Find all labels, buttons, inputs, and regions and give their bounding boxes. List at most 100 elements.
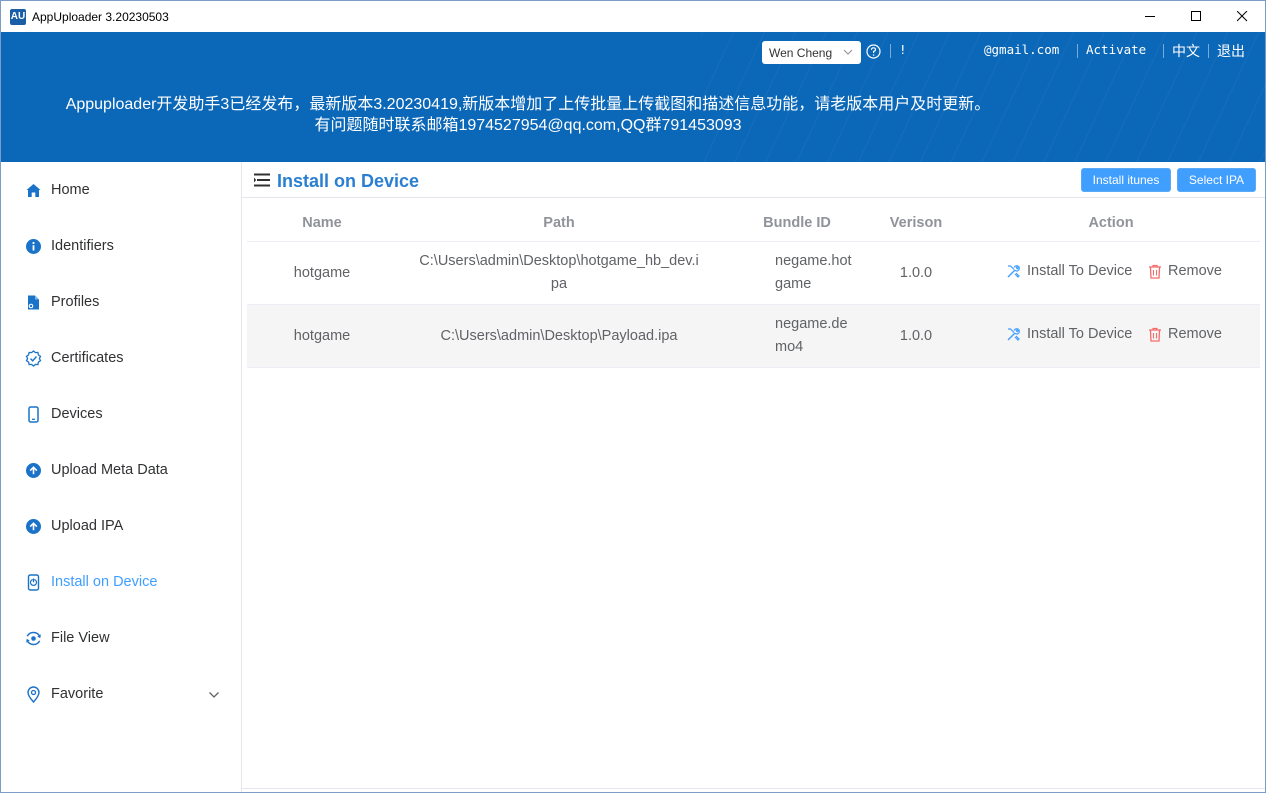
divider [890, 44, 891, 58]
divider [242, 788, 1265, 789]
maximize-icon [1190, 11, 1201, 21]
divider [1208, 44, 1209, 58]
cell-bundle-line: game [775, 276, 812, 292]
tools-icon [1007, 264, 1020, 278]
cell-bundle-line: negame.de [775, 316, 848, 332]
sidebar-item-upload-ipa[interactable]: Upload IPA [1, 498, 241, 554]
announcement-line: 有问题随时联系邮箱1974527954@qq.com,QQ群791453093 [314, 117, 742, 134]
column-header-path: Path [543, 215, 575, 231]
sidebar-item-home[interactable]: Home [1, 162, 241, 218]
app-window: AU AppUploader 3.20230503 Wen Cheng ! @g [0, 0, 1266, 793]
window-controls [1127, 1, 1265, 32]
email-link[interactable]: @gmail.com [984, 42, 1059, 57]
sidebar-item-certificates[interactable]: Certificates [1, 330, 241, 386]
sidebar-item-label: Devices [51, 406, 103, 422]
sidebar-item-profiles[interactable]: Profiles [1, 274, 241, 330]
announcement: Appuploader开发助手3已经发布，最新版本3.20230419,新版本增… [1, 94, 1055, 136]
cell-version: 1.0.0 [899, 265, 933, 281]
announcement-line: Appuploader开发助手3已经发布，最新版本3.20230419,新版本增… [65, 96, 991, 113]
logout-link[interactable]: 退出 [1217, 41, 1245, 61]
sidebar-item-file-view[interactable]: File View [1, 610, 241, 666]
user-select[interactable]: Wen Cheng [762, 41, 861, 64]
activate-link[interactable]: Activate [1086, 42, 1146, 57]
minimize-icon [1144, 16, 1155, 17]
trash-icon [1149, 264, 1161, 279]
maximize-button[interactable] [1173, 1, 1219, 32]
sidebar-item-label: Install on Device [51, 574, 158, 590]
cell-path-line: pa [550, 276, 568, 292]
page-header: Install on Device Install itunes Select … [242, 162, 1265, 198]
install-to-device-button[interactable]: Install To Device [1006, 326, 1132, 342]
page-title: Install on Device [277, 171, 420, 191]
cell-name: hotgame [293, 265, 351, 281]
certificate-check-icon [25, 350, 42, 367]
cell-path-line: C:\Users\admin\Desktop\hotgame_hb_dev.i [419, 253, 699, 269]
table-header: Name Path Bundle ID Verison Action [247, 204, 1260, 242]
app-logo-icon: AU [10, 8, 26, 25]
location-pin-icon [27, 686, 40, 703]
sidebar-item-label: Identifiers [51, 238, 114, 254]
cell-bundle-line: negame.hot [775, 253, 852, 269]
chevron-down-icon [843, 49, 853, 55]
column-header-version: Verison [889, 215, 943, 231]
divider [1077, 44, 1078, 58]
cell-bundle-id: negame.de mo4 [767, 313, 867, 359]
title-bar: AU AppUploader 3.20230503 [1, 1, 1265, 32]
sidebar: Home Identifiers Profiles Certificates D… [1, 162, 242, 792]
home-icon [26, 184, 41, 197]
remove-label: Remove [1168, 263, 1222, 279]
help-icon[interactable] [866, 44, 881, 59]
upload-circle-icon [26, 519, 41, 534]
sidebar-item-label: Home [51, 182, 90, 198]
phone-icon [28, 406, 39, 423]
window-title: AppUploader 3.20230503 [32, 9, 169, 24]
install-itunes-button[interactable]: Install itunes [1081, 168, 1171, 192]
column-header-name: Name [302, 215, 342, 231]
close-icon [1236, 11, 1247, 22]
language-link[interactable]: 中文 [1172, 41, 1200, 61]
ipa-table: Name Path Bundle ID Verison Action hotga… [247, 204, 1260, 368]
sidebar-item-label: Upload Meta Data [51, 462, 168, 478]
sidebar-item-upload-meta-data[interactable]: Upload Meta Data [1, 442, 241, 498]
table-row: hotgame C:\Users\admin\Desktop\hotgame_h… [247, 242, 1260, 305]
remove-button[interactable]: Remove [1148, 326, 1222, 342]
upload-circle-icon [26, 463, 41, 478]
sidebar-item-label: Certificates [51, 350, 124, 366]
trash-icon [1149, 327, 1161, 342]
sidebar-item-label: Profiles [51, 294, 100, 310]
cell-bundle-id: negame.hot game [767, 250, 867, 296]
column-header-bundle-id: Bundle ID [763, 215, 831, 231]
divider [1163, 44, 1164, 58]
document-icon [28, 295, 39, 310]
cell-name: hotgame [293, 328, 351, 344]
table-row: hotgame C:\Users\admin\Desktop\Payload.i… [247, 305, 1260, 368]
sidebar-item-identifiers[interactable]: Identifiers [1, 218, 241, 274]
info-icon [26, 239, 41, 254]
sidebar-item-label: File View [51, 630, 110, 646]
chevron-down-icon [209, 692, 219, 698]
cell-bundle-line: mo4 [775, 339, 804, 355]
cell-path: C:\Users\admin\Desktop\hotgame_hb_dev.i … [399, 250, 719, 296]
sidebar-item-label: Favorite [51, 686, 104, 702]
user-select-value: Wen Cheng [769, 45, 833, 60]
minimize-button[interactable] [1127, 1, 1173, 32]
remove-button[interactable]: Remove [1148, 263, 1222, 279]
sidebar-item-favorite[interactable]: Favorite [1, 666, 241, 722]
account-link[interactable]: ! [899, 42, 907, 57]
select-ipa-button[interactable]: Select IPA [1177, 168, 1256, 192]
remove-label: Remove [1168, 326, 1222, 342]
close-button[interactable] [1219, 1, 1265, 32]
eye-refresh-icon [26, 631, 41, 646]
install-to-device-button[interactable]: Install To Device [1006, 263, 1132, 279]
menu-fold-icon[interactable] [254, 173, 270, 187]
install-phone-icon [27, 574, 40, 591]
cell-path-line: C:\Users\admin\Desktop\Payload.ipa [440, 328, 678, 344]
column-header-action: Action [1088, 215, 1134, 231]
cell-version: 1.0.0 [899, 328, 933, 344]
sidebar-item-devices[interactable]: Devices [1, 386, 241, 442]
tools-icon [1007, 327, 1020, 341]
sidebar-item-label: Upload IPA [51, 518, 124, 534]
sidebar-item-install-on-device[interactable]: Install on Device [1, 554, 241, 610]
install-to-device-label: Install To Device [1027, 263, 1133, 279]
header-banner: Wen Cheng ! @gmail.com Activate 中文 退出 Ap… [1, 32, 1265, 162]
